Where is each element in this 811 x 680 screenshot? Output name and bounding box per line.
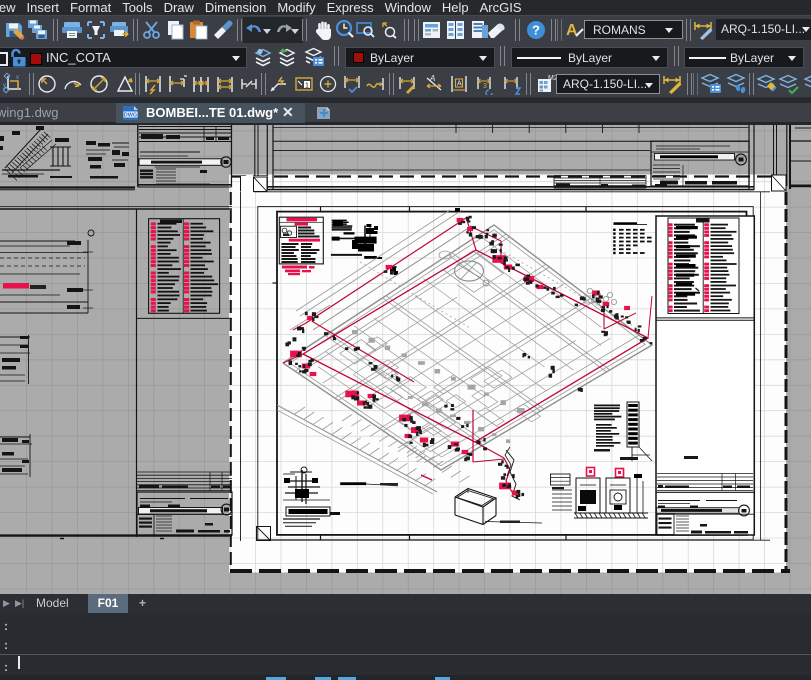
svg-text:A: A <box>566 22 578 39</box>
svg-text:A: A <box>429 74 435 83</box>
svg-text:DWG: DWG <box>124 113 137 119</box>
svg-text:3: 3 <box>483 83 487 90</box>
svg-text:?: ? <box>532 23 540 38</box>
svg-text:1: 1 <box>305 83 309 90</box>
svg-text:y: y <box>3 83 6 89</box>
svg-text:A: A <box>457 81 462 88</box>
svg-text:x: x <box>16 75 19 81</box>
